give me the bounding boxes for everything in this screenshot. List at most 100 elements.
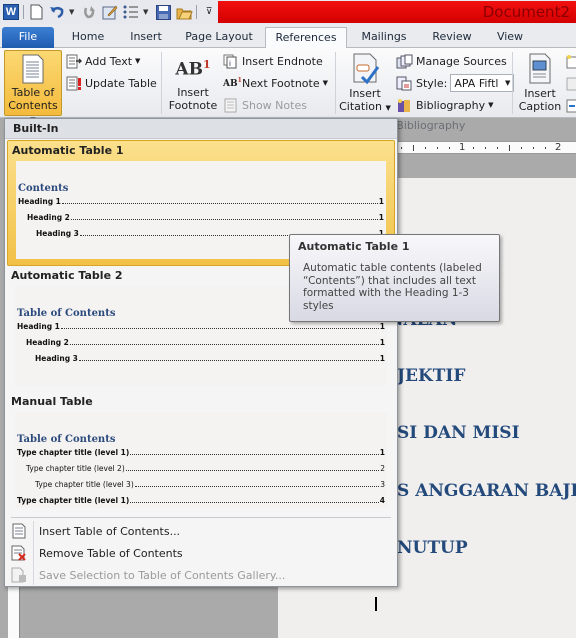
undo-icon[interactable] bbox=[48, 3, 66, 21]
vertical-ruler[interactable] bbox=[8, 585, 20, 638]
word-logo-icon[interactable]: W bbox=[2, 3, 20, 21]
svg-text:i: i bbox=[229, 60, 231, 68]
tab-review[interactable]: Review bbox=[424, 27, 480, 48]
document-heading: SI DAN MISI bbox=[397, 423, 520, 443]
insert-citation-label-2: Citation ▼ bbox=[339, 100, 391, 113]
update-table-button[interactable]: Update Table bbox=[66, 73, 157, 93]
bullets-icon[interactable] bbox=[122, 3, 140, 21]
insert-caption-button[interactable]: Insert Caption bbox=[516, 50, 564, 113]
ruler-tick bbox=[437, 147, 438, 149]
insert-citation-label-1: Insert bbox=[349, 87, 381, 100]
tab-view[interactable]: View bbox=[490, 27, 530, 48]
manage-sources-button[interactable]: Manage Sources bbox=[396, 51, 507, 71]
ruler-tick bbox=[413, 145, 414, 151]
save-selection-to-gallery-item[interactable]: Save Selection to Table of Contents Gall… bbox=[5, 564, 397, 586]
tab-page-layout[interactable]: Page Layout bbox=[180, 27, 258, 48]
title-bar-highlight: Document2 bbox=[218, 1, 576, 23]
gallery-tooltip: Automatic Table 1 Automatic table conten… bbox=[289, 234, 500, 322]
menu-divider bbox=[11, 517, 391, 518]
qat-separator bbox=[23, 5, 24, 19]
ruler-label: 1 bbox=[459, 142, 466, 153]
title-bar: W ▼ ▼ ⊽ Document2 bbox=[0, 0, 576, 24]
save-to-gallery-icon bbox=[11, 567, 26, 583]
toc-preview-line: Type chapter title (level 2) 2 bbox=[26, 464, 385, 473]
gallery-item-manual-table[interactable]: Manual Table Table of Contents Type chap… bbox=[7, 392, 395, 514]
tooltip-body: Automatic table contents (labeled “Conte… bbox=[303, 262, 482, 312]
redo-icon[interactable] bbox=[80, 3, 98, 21]
cross-reference-button[interactable] bbox=[566, 95, 576, 115]
bibliography-button[interactable]: Bibliography ▼ bbox=[396, 95, 494, 115]
ribbon-tabs: File Home Insert Page Layout References … bbox=[0, 24, 576, 49]
open-folder-icon[interactable] bbox=[175, 3, 193, 21]
qat-separator bbox=[196, 5, 197, 19]
insert-endnote-icon: i bbox=[223, 54, 237, 68]
insert-caption-label-1: Insert bbox=[524, 87, 556, 100]
ribbon-references: Table of Contents ▼ Add Text▼ Update Tab… bbox=[0, 48, 576, 132]
manage-sources-icon bbox=[396, 54, 413, 68]
tab-mailings[interactable]: Mailings bbox=[354, 27, 414, 48]
table-of-contents-icon bbox=[22, 54, 44, 84]
bullets-dropdown-icon[interactable]: ▼ bbox=[143, 8, 151, 16]
next-footnote-icon: AB1 bbox=[223, 77, 242, 89]
group-separator bbox=[512, 52, 513, 114]
add-text-icon bbox=[66, 54, 82, 68]
customize-qat-icon[interactable]: ⊽ bbox=[200, 3, 218, 21]
show-notes-button[interactable]: Show Notes bbox=[223, 95, 307, 115]
gallery-item-title: Automatic Table 1 bbox=[12, 144, 124, 157]
save-icon[interactable] bbox=[154, 3, 172, 21]
preview-title: Table of Contents bbox=[17, 308, 116, 319]
insert-footnote-label-1: Insert bbox=[177, 86, 209, 99]
ruler-tick bbox=[485, 147, 486, 149]
undo-dropdown-icon[interactable]: ▼ bbox=[69, 8, 77, 16]
insert-toc-icon bbox=[12, 523, 26, 539]
new-document-icon[interactable] bbox=[27, 3, 45, 21]
ruler-tick bbox=[545, 147, 546, 149]
insert-footnote-button[interactable]: AB1 Insert Footnote bbox=[166, 50, 220, 112]
style-icon bbox=[396, 76, 412, 90]
ruler-tick bbox=[425, 147, 426, 149]
bibliography-icon bbox=[398, 98, 410, 112]
insert-caption-icon bbox=[529, 53, 551, 84]
tab-insert[interactable]: Insert bbox=[122, 27, 170, 48]
ruler-tick bbox=[401, 147, 402, 149]
tab-home[interactable]: Home bbox=[64, 27, 112, 48]
add-text-button[interactable]: Add Text ▼ bbox=[66, 51, 140, 71]
next-footnote-button[interactable]: AB1 Next Footnote ▼ bbox=[223, 73, 328, 93]
toc-preview-line: Type chapter title (level 3) 3 bbox=[35, 480, 385, 489]
citation-style-control[interactable]: Style: APA Fiftl ▼ bbox=[396, 73, 515, 93]
document-title: Document2 bbox=[482, 3, 570, 21]
insert-citation-icon bbox=[353, 53, 380, 85]
document-heading: NUTUP bbox=[397, 538, 468, 558]
preview-title: Table of Contents bbox=[17, 434, 116, 445]
toc-preview-line: Heading 21 bbox=[26, 338, 385, 347]
quick-access-toolbar: W ▼ ▼ ⊽ bbox=[2, 2, 218, 22]
insert-endnote-button[interactable]: i Insert Endnote bbox=[223, 51, 323, 71]
insert-table-of-contents-item[interactable]: Insert Table of Contents... bbox=[5, 520, 397, 542]
ruler-tick bbox=[521, 147, 522, 149]
horizontal-ruler[interactable]: 1 2 bbox=[395, 141, 576, 154]
insert-citation-button[interactable]: Insert Citation ▼ bbox=[339, 50, 391, 115]
tab-file[interactable]: File bbox=[2, 27, 54, 48]
table-of-contents-menu: Built-In Automatic Table 1 Contents Head… bbox=[4, 118, 398, 587]
tab-references[interactable]: References bbox=[265, 27, 347, 49]
remove-table-of-contents-item[interactable]: Remove Table of Contents bbox=[5, 542, 397, 564]
ruler-label: 2 bbox=[555, 142, 562, 153]
cross-reference-icon bbox=[566, 99, 576, 112]
chevron-down-icon: ▼ bbox=[504, 79, 511, 87]
ruler-tick bbox=[473, 147, 474, 149]
edit-icon[interactable] bbox=[101, 3, 119, 21]
toc-preview-line: Heading 31 bbox=[35, 354, 385, 363]
toc-preview-line: Type chapter title (level 1) 4 bbox=[17, 496, 385, 505]
ruler-tick bbox=[533, 147, 534, 149]
table-of-contents-button[interactable]: Table of Contents ▼ bbox=[4, 50, 62, 124]
preview-title: Contents bbox=[18, 183, 69, 194]
table-of-figures-icon bbox=[566, 54, 576, 68]
group-separator bbox=[161, 52, 162, 114]
ruler-tick bbox=[497, 147, 498, 149]
insert-table-of-figures-button[interactable] bbox=[566, 51, 576, 71]
citation-style-select[interactable]: APA Fiftl ▼ bbox=[450, 74, 515, 92]
footnote-icon: AB1 bbox=[175, 58, 211, 80]
toc-preview-line: Heading 11 bbox=[18, 197, 384, 206]
remove-toc-icon bbox=[11, 545, 26, 561]
update-table-of-figures-button[interactable] bbox=[566, 73, 576, 93]
